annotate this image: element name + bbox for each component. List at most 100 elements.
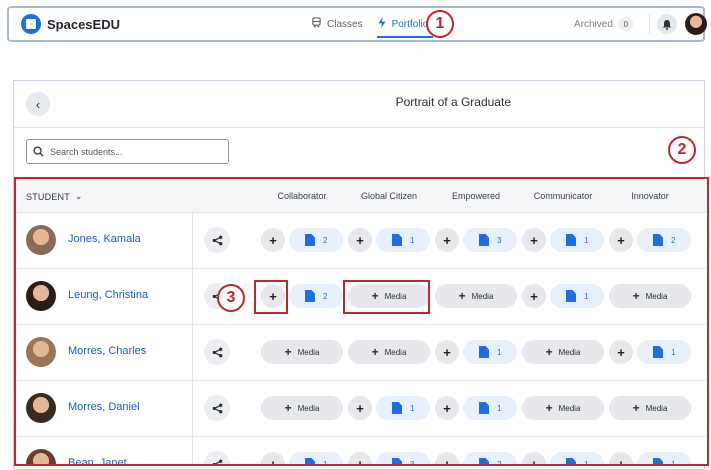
document-icon	[305, 290, 315, 302]
files-count-button[interactable]: 1	[376, 396, 430, 420]
plus-icon: +	[530, 289, 538, 304]
files-count-button[interactable]: 3	[376, 452, 430, 466]
portfolio-cell: +2	[261, 228, 345, 252]
file-count: 1	[671, 460, 675, 467]
files-count-button[interactable]: 2	[289, 284, 343, 308]
media-label: Media	[559, 404, 581, 413]
files-count-button[interactable]: 1	[463, 340, 517, 364]
document-icon	[653, 346, 663, 358]
add-entry-button[interactable]: +	[348, 396, 372, 420]
portfolio-cell: +2	[609, 228, 693, 252]
portfolio-cell: +1	[261, 452, 345, 466]
add-entry-button[interactable]: +	[261, 452, 285, 466]
add-entry-button[interactable]: +	[522, 228, 546, 252]
search-box[interactable]	[26, 139, 229, 164]
add-entry-button[interactable]: +	[522, 284, 546, 308]
add-entry-button[interactable]: +	[609, 452, 633, 466]
add-media-button[interactable]: +Media	[435, 284, 517, 308]
student-name-link[interactable]: Morres, Charles	[68, 345, 146, 357]
files-count-button[interactable]: 1	[550, 284, 604, 308]
media-label: Media	[559, 348, 581, 357]
spacesedu-logo-icon	[21, 14, 41, 34]
share-button[interactable]	[204, 395, 230, 421]
student-name-link[interactable]: Bean, Janet	[68, 457, 127, 466]
plus-icon: +	[269, 457, 277, 467]
add-entry-button[interactable]: +	[609, 340, 633, 364]
share-button[interactable]	[204, 339, 230, 365]
add-entry-button[interactable]: +	[435, 396, 459, 420]
add-entry-button[interactable]: +	[348, 452, 372, 466]
archived-link[interactable]: Archived 0	[574, 17, 633, 31]
plus-icon: +	[356, 233, 364, 248]
portfolio-cell: +1	[435, 396, 519, 420]
add-media-button[interactable]: +Media	[261, 340, 343, 364]
add-entry-button[interactable]: +	[522, 452, 546, 466]
document-icon	[305, 234, 315, 246]
plus-icon: +	[530, 233, 538, 248]
add-media-button[interactable]: +Media	[522, 396, 604, 420]
add-media-button[interactable]: + Media	[348, 340, 430, 364]
user-avatar[interactable]	[685, 13, 707, 35]
chevron-down-icon: ⌄	[75, 191, 83, 202]
portfolio-cell: +Media	[522, 396, 606, 420]
files-count-button[interactable]: 2	[637, 228, 691, 252]
files-count-button[interactable]: 2	[289, 228, 343, 252]
share-button[interactable]	[204, 451, 230, 466]
app-logo[interactable]: SpacesEDU	[21, 14, 120, 34]
add-entry-button[interactable]: +	[435, 452, 459, 466]
add-media-button[interactable]: +Media	[522, 340, 604, 364]
file-count: 1	[497, 404, 501, 413]
plus-icon: +	[285, 401, 292, 415]
files-count-button[interactable]: 1	[376, 228, 430, 252]
files-count-button[interactable]: 2	[463, 452, 517, 466]
search-icon	[33, 146, 44, 157]
student-sort-button[interactable]: STUDENT ⌄	[26, 191, 83, 202]
portfolio-cell: +3	[348, 452, 432, 466]
student-portfolio-grid: STUDENT ⌄ Collaborator Global Citizen Em…	[14, 177, 709, 466]
notifications-button[interactable]	[657, 14, 677, 34]
add-entry-button[interactable]: +	[609, 228, 633, 252]
file-count: 3	[497, 236, 501, 245]
search-input[interactable]	[50, 147, 220, 157]
share-button[interactable]	[204, 227, 230, 253]
portfolio-cell: +1	[348, 228, 432, 252]
plus-icon: +	[459, 289, 466, 303]
file-count: 1	[584, 460, 588, 467]
plus-icon: +	[443, 401, 451, 416]
files-count-button[interactable]: 3	[463, 228, 517, 252]
callout-marker-1: 1	[426, 10, 454, 38]
student-name-link[interactable]: Jones, Kamala	[68, 233, 141, 245]
add-media-button[interactable]: +Media	[609, 284, 691, 308]
top-navigation-bar: SpacesEDU Classes Portfolios Archived 0	[7, 6, 705, 42]
plus-icon: +	[633, 289, 640, 303]
divider	[649, 14, 650, 34]
files-count-button[interactable]: 1	[637, 340, 691, 364]
table-row: Bean, Janet+1+3+2+1+1	[16, 437, 709, 466]
plus-icon: +	[617, 457, 625, 467]
lightning-icon	[377, 17, 387, 31]
add-media-button[interactable]: +Media	[261, 396, 343, 420]
portfolio-cell: +Media	[261, 340, 345, 364]
add-entry-button[interactable]: +	[261, 228, 285, 252]
file-count: 2	[497, 460, 501, 467]
document-icon	[479, 346, 489, 358]
plus-icon: +	[269, 233, 277, 248]
add-entry-button[interactable]: +	[435, 340, 459, 364]
files-count-button[interactable]: 1	[550, 452, 604, 466]
student-name-link[interactable]: Morres, Daniel	[68, 401, 140, 413]
student-avatar	[26, 281, 56, 311]
add-entry-button[interactable]: +	[435, 228, 459, 252]
nav-portfolios[interactable]: Portfolios	[377, 8, 434, 40]
add-entry-button[interactable]: +	[348, 228, 372, 252]
media-label: Media	[385, 348, 407, 357]
files-count-button[interactable]: 1	[463, 396, 517, 420]
add-media-button[interactable]: +Media	[609, 396, 691, 420]
nav-classes[interactable]: Classes	[311, 8, 363, 40]
plus-icon: +	[372, 345, 379, 359]
portfolio-cell: +Media	[261, 396, 345, 420]
files-count-button[interactable]: 1	[550, 228, 604, 252]
files-count-button[interactable]: 1	[289, 452, 343, 466]
student-name-link[interactable]: Leung, Christina	[68, 289, 148, 301]
document-icon	[305, 458, 315, 466]
files-count-button[interactable]: 1	[637, 452, 691, 466]
